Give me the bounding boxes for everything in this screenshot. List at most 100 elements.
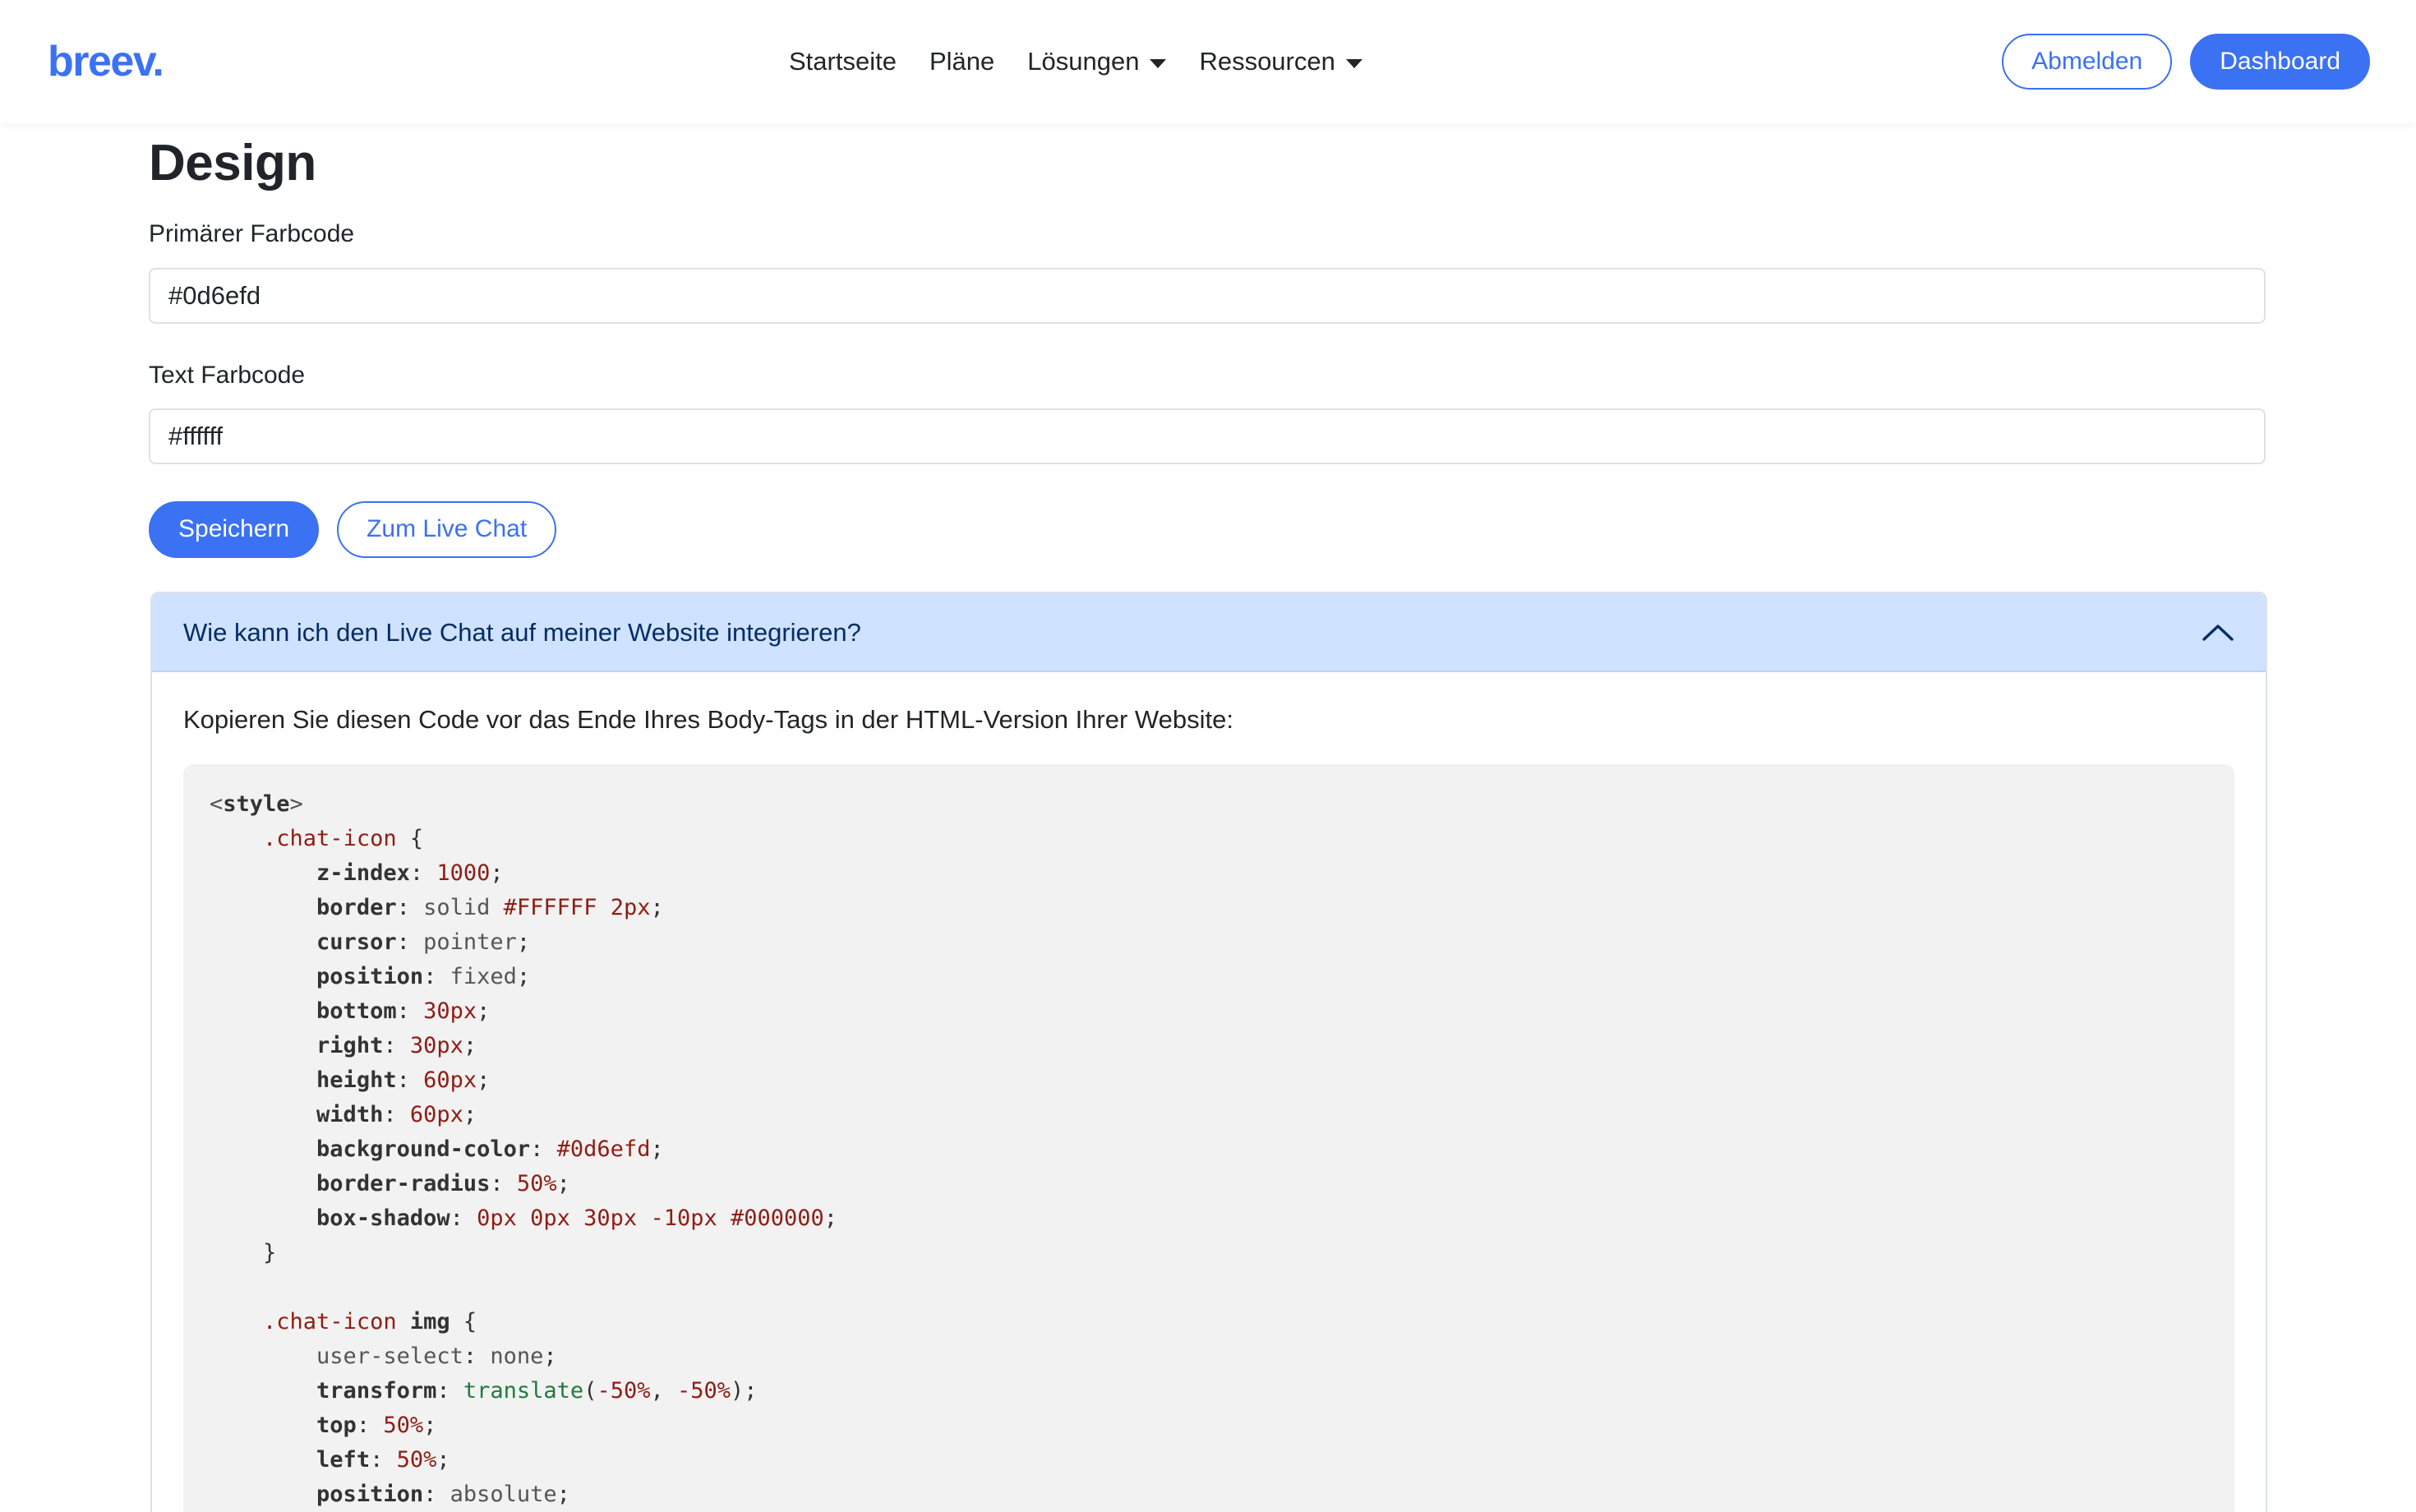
nav-link-ressourcen[interactable]: Ressourcen (1199, 47, 1362, 76)
code-token: bottom (316, 998, 397, 1024)
code-token: position (316, 1482, 424, 1507)
chevron-up-icon[interactable] (2202, 622, 2234, 643)
code-token: ; (823, 1205, 838, 1231)
form-actions: Speichern Zum Live Chat (149, 501, 557, 558)
code-token: : (423, 964, 450, 989)
code-token: user-select (316, 1344, 463, 1369)
code-token: box-shadow (316, 1205, 450, 1231)
code-token: > (289, 791, 303, 817)
code-token: ; (650, 1136, 664, 1162)
code-token: translate (463, 1378, 584, 1404)
accordion-body: Kopieren Sie diesen Code vor das Ende Ih… (152, 672, 2266, 1512)
code-token: : (383, 1033, 410, 1058)
logout-button[interactable]: Abmelden (2002, 33, 2173, 90)
brand-logo[interactable]: breev. (48, 40, 164, 83)
code-token: ( (583, 1378, 597, 1404)
code-token: : (396, 895, 424, 920)
code-token: .chat-icon (263, 1309, 397, 1335)
primary-color-input[interactable]: #0d6efd (149, 268, 2266, 324)
text-color-input[interactable]: #ffffff (149, 408, 2266, 464)
code-token: 60px (409, 1102, 463, 1127)
code-token: ; (423, 1413, 437, 1438)
navbar-actions: Abmelden Dashboard (2002, 33, 2370, 90)
code-token: 50% (516, 1171, 557, 1196)
code-token: , (650, 1378, 677, 1404)
faq-accordion: Wie kann ich den Live Chat auf meiner We… (150, 592, 2267, 1512)
code-token: width (316, 1102, 384, 1127)
accordion-header[interactable]: Wie kann ich den Live Chat auf meiner We… (152, 593, 2266, 672)
code-token: none (490, 1344, 544, 1369)
code-token: ; (516, 929, 531, 955)
save-button[interactable]: Speichern (149, 501, 320, 558)
code-token: top (316, 1413, 357, 1438)
live-chat-button[interactable]: Zum Live Chat (337, 501, 557, 558)
code-token: .chat-icon (263, 826, 397, 851)
code-token: -50% (677, 1378, 731, 1404)
code-token: { (450, 1309, 477, 1335)
code-token: position (316, 964, 424, 989)
code-token: : (396, 998, 424, 1024)
code-token: 50% (396, 1447, 437, 1473)
code-token: border (316, 895, 397, 920)
chevron-down-icon[interactable] (1345, 59, 1362, 68)
code-token: ; (556, 1171, 570, 1196)
nav-link-label: Startseite (789, 47, 897, 76)
code-token: fixed (450, 964, 517, 989)
nav-link-startseite[interactable]: Startseite (789, 47, 897, 76)
code-token: ; (477, 1067, 491, 1093)
nav-link-label: Ressourcen (1199, 47, 1335, 76)
code-token: ; (650, 895, 664, 920)
code-token: : (409, 860, 437, 886)
code-token: ; (436, 1447, 450, 1473)
code-token: cursor (316, 929, 397, 955)
code-token: 30px (409, 1033, 463, 1058)
embed-code-block[interactable]: <style> .chat-icon { z-index: 1000; bord… (183, 764, 2234, 1512)
code-token: right (316, 1033, 384, 1058)
code-token: : (463, 1344, 491, 1369)
code-token: ; (556, 1482, 570, 1507)
code-token: style (223, 791, 290, 817)
code-token: 0px 0px 30px -10px #000000 (477, 1205, 824, 1231)
page-title: Design (149, 135, 316, 191)
code-token: : (490, 1171, 517, 1196)
nav-link-plne[interactable]: Pläne (929, 47, 994, 76)
code-token: 1000 (436, 860, 491, 886)
code-token: 30px (423, 998, 477, 1024)
code-token: ; (516, 964, 531, 989)
accordion-intro-text: Kopieren Sie diesen Code vor das Ende Ih… (183, 705, 1233, 734)
code-token: ; (543, 1344, 557, 1369)
code-token: ; (463, 1033, 477, 1058)
primary-color-label: Primärer Farbcode (149, 220, 355, 247)
code-token: { (396, 826, 424, 851)
code-token: < (210, 791, 224, 817)
top-navbar: breev. Startseite Pläne Lösungen Ressourcen… (0, 0, 2416, 123)
nav-link-lsungen[interactable]: Lösungen (1027, 47, 1167, 76)
code-token: ; (463, 1102, 477, 1127)
code-token: #FFFFFF 2px (503, 895, 651, 920)
accordion-question: Wie kann ich den Live Chat auf meiner We… (183, 618, 861, 647)
primary-navigation: Startseite Pläne Lösungen Ressourcen (789, 47, 1362, 76)
code-token: : (423, 1482, 450, 1507)
code-token: absolute (450, 1482, 557, 1507)
code-token: 60px (423, 1067, 477, 1093)
code-token: transform (316, 1378, 437, 1404)
dashboard-button[interactable]: Dashboard (2190, 33, 2370, 90)
code-token: : (396, 929, 424, 955)
code-token: : (530, 1136, 557, 1162)
code-token: solid (423, 895, 504, 920)
chevron-down-icon[interactable] (1150, 59, 1167, 68)
code-token: ); (731, 1378, 758, 1404)
nav-link-label: Pläne (929, 47, 995, 76)
code-token: left (316, 1447, 371, 1473)
code-token: 50% (383, 1413, 424, 1438)
code-token: background-color (316, 1136, 531, 1162)
code-token: #0d6efd (556, 1136, 651, 1162)
nav-link-label: Lösungen (1027, 47, 1140, 76)
code-token: : (370, 1447, 397, 1473)
code-token: : (450, 1205, 477, 1231)
code-token: : (396, 1067, 424, 1093)
code-token: -50% (597, 1378, 651, 1404)
code-token: ; (490, 860, 504, 886)
code-token: border-radius (316, 1171, 491, 1196)
